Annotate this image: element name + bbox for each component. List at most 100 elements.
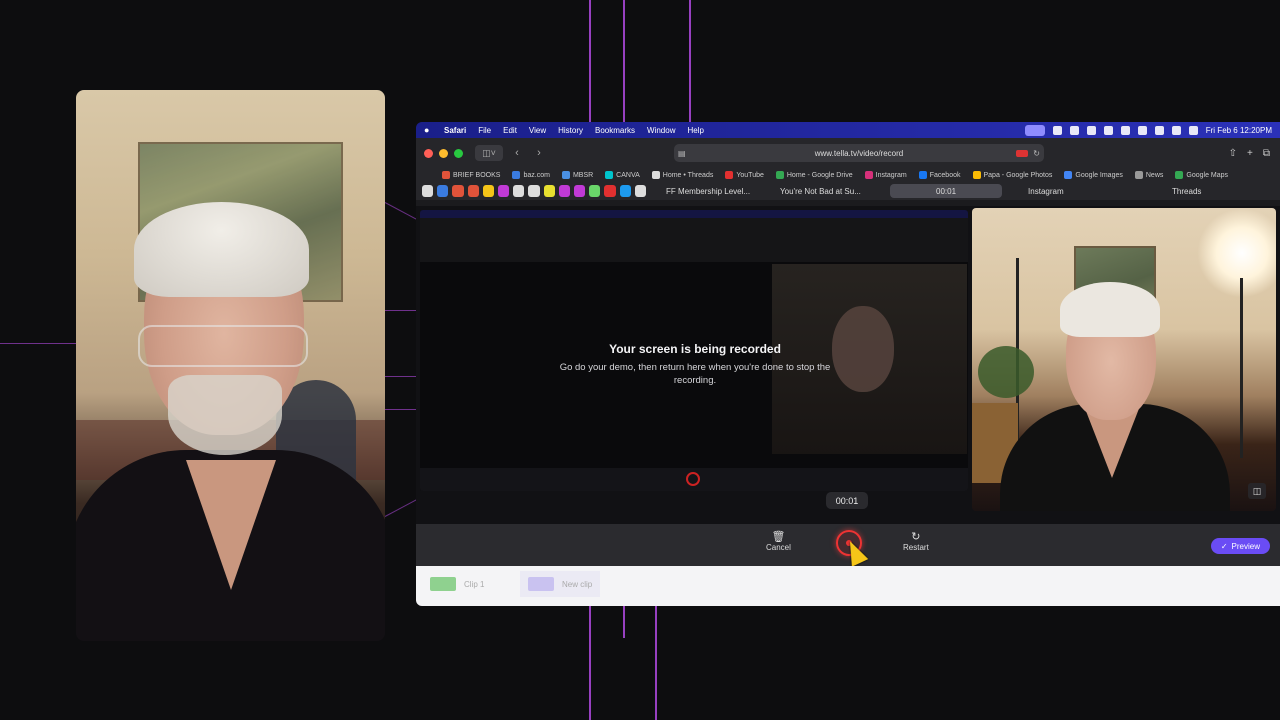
pinned-tab-icon[interactable] (558, 185, 571, 197)
pinned-tab-icon[interactable] (482, 185, 495, 197)
bookmark-item[interactable]: Google Maps (1175, 171, 1228, 179)
clip-label: New clip (562, 579, 593, 589)
menu-help[interactable]: Help (687, 126, 703, 135)
pinned-tab-icon[interactable] (543, 185, 555, 197)
bookmark-label: MBSR (572, 171, 594, 179)
page-settings-icon[interactable]: ▤ (678, 149, 686, 158)
pinned-tab-icon[interactable] (574, 185, 586, 197)
bookmark-favicon-icon (442, 171, 450, 179)
layout-toggle-icon[interactable]: ◫ (1248, 483, 1266, 499)
menu-file[interactable]: File (478, 126, 491, 135)
pinned-tab-icon[interactable] (604, 185, 616, 197)
tab-not-bad[interactable]: You're Not Bad at Su... (772, 184, 876, 198)
restart-button[interactable]: ↻ Restart (903, 531, 929, 552)
new-tab-icon[interactable]: + (1247, 148, 1253, 159)
zoom-window-icon[interactable] (454, 148, 463, 158)
neon-line (385, 310, 416, 311)
menubar-clock[interactable]: Fri Feb 6 12:20PM (1206, 126, 1272, 135)
status-icon[interactable] (1103, 125, 1113, 135)
forward-button[interactable]: › (531, 145, 547, 161)
pinned-tab-icon[interactable] (437, 185, 449, 197)
mirrored-record-button (686, 472, 700, 486)
menu-window[interactable]: Window (647, 126, 675, 135)
cancel-button[interactable]: 🗑 Cancel (766, 531, 791, 552)
bookmark-label: Papa - Google Photos (983, 171, 1053, 179)
toolbar-actions: ⇧ + ⧉ (1229, 148, 1270, 159)
address-bar[interactable]: ▤ www.tella.tv/video/record ↻ (674, 144, 1044, 162)
neon-line (385, 409, 416, 410)
pinned-tab-icon[interactable] (528, 185, 540, 197)
pinned-tab-icon[interactable] (467, 185, 479, 197)
bookmark-item[interactable]: MBSR (561, 171, 594, 179)
pinned-tab-icon[interactable] (513, 185, 525, 197)
bookmark-label: baz.com (523, 171, 550, 179)
status-icon[interactable] (1137, 125, 1147, 135)
wifi-icon[interactable] (1154, 125, 1164, 135)
beard (168, 375, 282, 455)
url-text: www.tella.tv/video/record (814, 148, 904, 158)
clip-1[interactable]: Clip 1 (430, 574, 484, 594)
neon-line (384, 202, 418, 220)
bookmark-item[interactable]: Facebook (918, 171, 961, 179)
bookmark-item[interactable]: baz.com (512, 171, 550, 179)
status-icon[interactable] (1086, 125, 1096, 135)
bookmark-item[interactable]: Instagram (864, 171, 907, 179)
tab-tella-recording[interactable]: 00:01 (890, 184, 1003, 198)
search-icon[interactable] (1171, 125, 1181, 135)
hair (134, 202, 309, 297)
status-icon[interactable] (1052, 125, 1062, 135)
status-icon[interactable] (1120, 125, 1130, 135)
menu-edit[interactable]: Edit (503, 126, 517, 135)
browser-toolbar: ◫˅ ‹ › ▤ www.tella.tv/video/record ↻ ⇧ +… (416, 138, 1280, 168)
apple-menu-icon[interactable]: ● (424, 125, 434, 135)
bookmark-label: Home - Google Drive (786, 171, 853, 179)
menu-view[interactable]: View (529, 126, 546, 135)
sidebar-toggle-button[interactable]: ◫˅ (475, 145, 503, 161)
pinned-tab-icon[interactable] (619, 185, 631, 197)
bookmark-item[interactable]: CANVA (605, 171, 640, 179)
bookmark-item[interactable]: YouTube (725, 171, 764, 179)
new-clip-button[interactable]: New clip (520, 571, 601, 597)
tab-ff-membership[interactable]: FF Membership Level... (658, 184, 768, 198)
tab-threads[interactable]: Threads (1164, 184, 1274, 198)
screen-record-status-icon[interactable] (1024, 124, 1045, 136)
preview-button[interactable]: ✓ Preview (1210, 538, 1270, 554)
reload-icon[interactable]: ↻ (1033, 149, 1040, 158)
tab-overview-icon[interactable]: ⧉ (1263, 148, 1270, 159)
neon-line (384, 499, 418, 517)
menu-app[interactable]: Safari (444, 126, 466, 135)
bookmark-label: Instagram (875, 171, 907, 179)
bookmarks-bar: BRIEF BOOKS baz.com MBSR CANVA Home • Thread… (416, 168, 1280, 182)
pinned-tab-icon[interactable] (634, 185, 647, 197)
lamp-glow (1197, 208, 1276, 298)
bookmark-item[interactable]: Papa - Google Photos (972, 171, 1053, 179)
status-icon[interactable] (1069, 125, 1079, 135)
pinned-tab-icon[interactable] (589, 185, 601, 197)
neon-line (385, 376, 416, 377)
control-center-icon[interactable] (1188, 125, 1198, 135)
close-window-icon[interactable] (424, 148, 433, 158)
bookmark-item[interactable]: News (1134, 171, 1163, 179)
tab-label: 00:01 (936, 186, 957, 196)
bookmark-item[interactable]: Home • Threads (651, 171, 713, 179)
tab-instagram[interactable]: Instagram (1020, 184, 1130, 198)
safari-window: ● Safari File Edit View History Bookmark… (416, 122, 1280, 606)
pinned-tab-icon[interactable] (452, 185, 464, 197)
bookmark-item[interactable]: Google Images (1064, 171, 1123, 179)
recording-heading: Your screen is being recorded (609, 342, 781, 356)
recording-timer: 00:01 (826, 492, 868, 509)
bookmark-item[interactable]: Home - Google Drive (775, 171, 853, 179)
menu-bookmarks[interactable]: Bookmarks (595, 126, 635, 135)
minimize-window-icon[interactable] (439, 148, 448, 158)
back-button[interactable]: ‹ (509, 145, 525, 161)
neon-line (623, 606, 625, 638)
pinned-tab-icon[interactable] (498, 185, 510, 197)
bookmark-item[interactable]: BRIEF BOOKS (442, 171, 500, 179)
menu-history[interactable]: History (558, 126, 583, 135)
pinned-tab-icon[interactable] (422, 185, 434, 197)
share-icon[interactable]: ⇧ (1229, 148, 1237, 159)
trash-icon: 🗑 (771, 531, 786, 543)
tab-label: Instagram (1028, 186, 1064, 196)
mirrored-menubar (420, 210, 968, 218)
bookmark-favicon-icon (1134, 171, 1143, 179)
